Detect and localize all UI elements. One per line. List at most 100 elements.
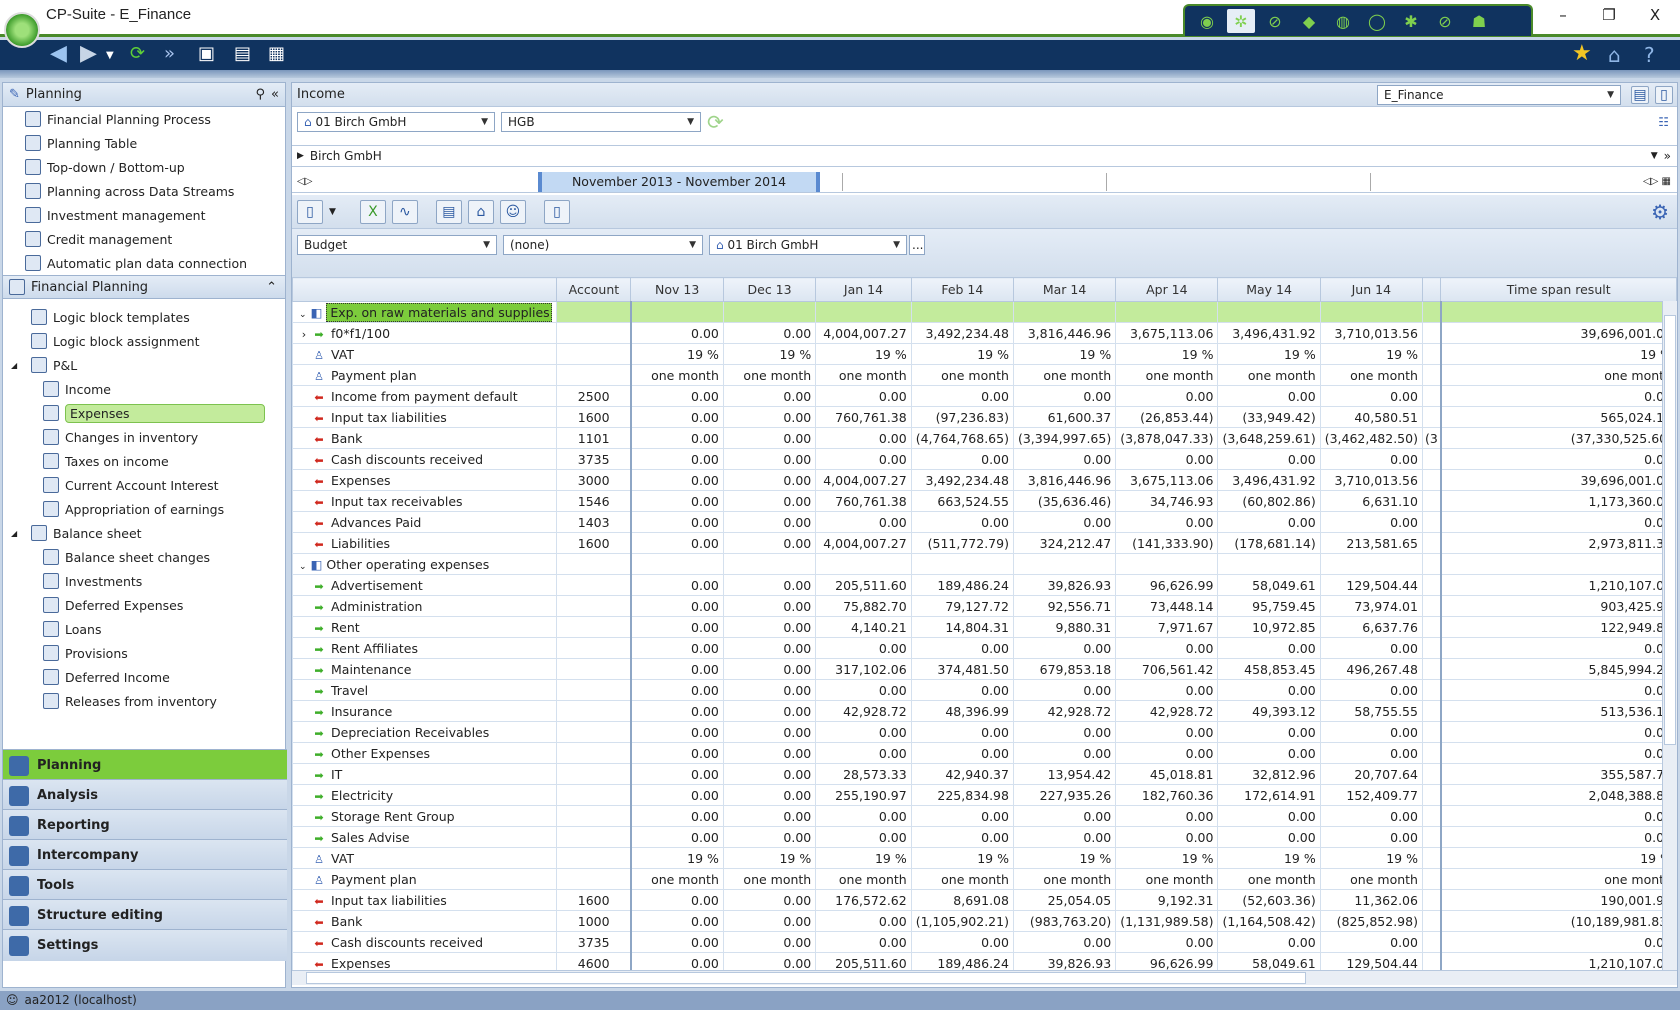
value-cell[interactable]: one month [629, 364, 724, 386]
tree-item[interactable]: Loans [3, 617, 285, 641]
value-cell[interactable]: 0.00 [1012, 448, 1117, 470]
value-cell[interactable]: 0.00 [1012, 511, 1117, 533]
sidebar-item[interactable]: Planning across Data Streams [3, 179, 285, 203]
value-cell[interactable]: 0.00 [1217, 385, 1321, 407]
value-cell[interactable]: 0.00 [815, 931, 912, 953]
value-cell[interactable]: 19 % [910, 343, 1014, 365]
table-row[interactable]: ⌄ ◧ Other operating expenses [292, 553, 1677, 575]
value-cell[interactable]: 0.00 [1217, 826, 1321, 848]
value-cell[interactable]: 0.00 [629, 637, 724, 659]
value-cell[interactable]: 8,691.08 [910, 889, 1014, 911]
value-cell[interactable]: 0.00 [815, 427, 912, 449]
value-cell[interactable]: 496,267.48 [1319, 658, 1423, 680]
sidebar-item[interactable]: Investment management [3, 203, 285, 227]
value-cell[interactable]: 205,511.60 [815, 574, 912, 596]
sidebar-item[interactable]: Credit management [3, 227, 285, 251]
value-cell[interactable]: 0.00 [629, 889, 724, 911]
value-cell[interactable]: 225,834.98 [910, 784, 1014, 806]
value-cell[interactable]: 0.00 [815, 742, 912, 764]
logic-block-icon[interactable]: ⌂ [467, 199, 494, 224]
value-cell[interactable]: 760,761.38 [815, 406, 912, 428]
value-cell[interactable]: 0.00 [629, 427, 724, 449]
expand-icon[interactable]: › [295, 328, 313, 341]
value-cell[interactable]: 3,710,013.56 [1319, 322, 1423, 344]
tree-item[interactable]: ◢ P&L [3, 353, 285, 377]
value-cell[interactable]: 10,972.85 [1217, 616, 1321, 638]
value-cell[interactable]: 0.00 [629, 595, 724, 617]
compass-icon[interactable]: ⊘ [1431, 9, 1459, 33]
sidebar-item[interactable]: Planning Table [3, 131, 285, 155]
table-row[interactable]: ⬅ Bank 1101 0.00 0.00 0.00 (4,764,768.65) (3,39… [292, 427, 1677, 449]
table-row[interactable]: › ➡ f0*f1/100 0.00 0.00 4,004,007.27 3,492,234… [292, 322, 1677, 344]
value-cell[interactable]: 0.00 [629, 910, 724, 932]
process-icon[interactable]: » [164, 43, 175, 64]
value-cell[interactable]: 3,496,431.92 [1217, 322, 1321, 344]
app-logo-icon[interactable] [4, 12, 40, 48]
value-cell[interactable]: 0.00 [815, 511, 912, 533]
value-cell[interactable]: 255,190.97 [815, 784, 912, 806]
column-header[interactable]: May 14 [1217, 277, 1321, 302]
value-cell[interactable]: 40,580.51 [1319, 406, 1423, 428]
tree-item[interactable]: Changes in inventory [3, 425, 285, 449]
value-cell[interactable]: 19 % [1319, 847, 1423, 869]
filter-icon[interactable]: ▤ [435, 199, 462, 224]
value-cell[interactable]: 7,971.67 [1115, 616, 1219, 638]
value-cell[interactable]: 32,812.96 [1217, 763, 1321, 785]
value-cell[interactable]: 75,882.70 [815, 595, 912, 617]
gears-icon[interactable]: ✱ [1397, 9, 1425, 33]
value-cell[interactable]: 0.00 [629, 406, 724, 428]
value-cell[interactable]: 679,853.18 [1012, 658, 1117, 680]
refresh-icon[interactable]: ⟳ [130, 43, 145, 64]
value-cell[interactable]: 6,637.76 [1319, 616, 1423, 638]
nav-reporting[interactable]: Reporting [3, 809, 287, 841]
nav-settings[interactable]: Settings [3, 929, 287, 961]
value-cell[interactable]: 0.00 [1217, 637, 1321, 659]
column-header[interactable]: Dec 13 [722, 277, 817, 302]
expand-all-icon[interactable]: » [1664, 149, 1671, 163]
value-cell[interactable]: 129,504.44 [1319, 952, 1423, 970]
value-cell[interactable]: 9,880.31 [1012, 616, 1117, 638]
value-cell[interactable]: (3,394,997.65) [1012, 427, 1117, 449]
value-cell[interactable]: 19 % [1115, 847, 1219, 869]
value-cell[interactable]: 0.00 [815, 637, 912, 659]
table-row[interactable]: ⬅ Cash discounts received 3735 0.00 0.00 0.00… [292, 931, 1677, 953]
value-cell[interactable]: 189,486.24 [910, 574, 1014, 596]
horizontal-scrollbar[interactable] [292, 970, 1677, 985]
value-cell[interactable]: 0.00 [722, 637, 817, 659]
value-cell[interactable]: 0.00 [629, 805, 724, 827]
tree-item[interactable]: Provisions [3, 641, 285, 665]
expander-icon[interactable]: ◢ [11, 529, 25, 538]
value-cell[interactable]: 0.00 [722, 763, 817, 785]
value-cell[interactable]: 0.00 [1319, 637, 1423, 659]
table-row[interactable]: ➡ Storage Rent Group 0.00 0.00 0.00 0.00 0.00 0… [292, 805, 1677, 827]
value-cell[interactable]: 0.00 [1217, 742, 1321, 764]
column-header[interactable]: Jan 14 [815, 277, 912, 302]
search-icon[interactable]: ⚲ [256, 87, 266, 102]
value-cell[interactable]: (26,853.44) [1115, 406, 1219, 428]
value-cell[interactable]: 48,396.99 [910, 700, 1014, 722]
value-cell[interactable]: 182,760.36 [1115, 784, 1219, 806]
value-cell[interactable]: 19 % [1319, 343, 1423, 365]
value-cell[interactable]: 73,974.01 [1319, 595, 1423, 617]
table-row[interactable]: ➡ Advertisement 0.00 0.00 205,511.60 189,486.… [292, 574, 1677, 596]
table-row[interactable]: ♙ VAT 19 % 19 % 19 % 19 % 19 % 19 % 19 % 19 % 19 % [292, 847, 1677, 869]
value-cell[interactable]: (983,763.20) [1012, 910, 1117, 932]
value-cell[interactable]: 0.00 [910, 721, 1014, 743]
collapse-icon[interactable]: ⌄ [299, 310, 307, 320]
value-cell[interactable]: 0.00 [722, 931, 817, 953]
value-cell[interactable]: one month [1115, 868, 1219, 890]
calendar-icon[interactable]: ◁▷ ▦ [1643, 176, 1671, 187]
value-cell[interactable]: 3,492,234.48 [910, 322, 1014, 344]
value-cell[interactable]: 0.00 [722, 490, 817, 512]
collapse-sidebar-icon[interactable]: « [271, 87, 279, 102]
value-cell[interactable]: 58,049.61 [1217, 574, 1321, 596]
document-icon[interactable]: ▯ [543, 199, 570, 224]
value-cell[interactable]: 0.00 [815, 721, 912, 743]
restore-button[interactable]: ❐ [1594, 6, 1624, 24]
value-cell[interactable]: 0.00 [722, 448, 817, 470]
value-cell[interactable]: 0.00 [1012, 805, 1117, 827]
value-cell[interactable]: 0.00 [910, 511, 1014, 533]
value-cell[interactable]: (1,164,508.42) [1217, 910, 1321, 932]
nav-analysis[interactable]: Analysis [3, 779, 287, 811]
value-cell[interactable]: one month [815, 868, 912, 890]
